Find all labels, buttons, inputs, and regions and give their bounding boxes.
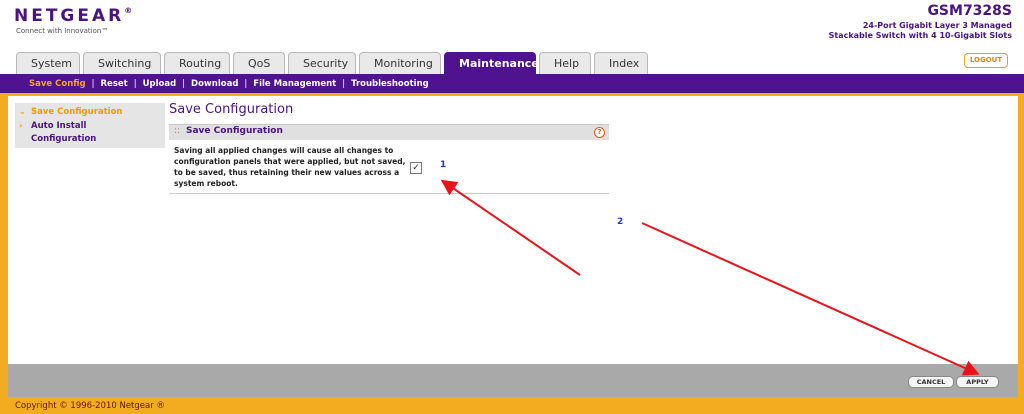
annotation-arrow-1 (440, 179, 581, 276)
annotation-arrows (440, 179, 980, 376)
annotation-arrow-2 (641, 222, 980, 376)
